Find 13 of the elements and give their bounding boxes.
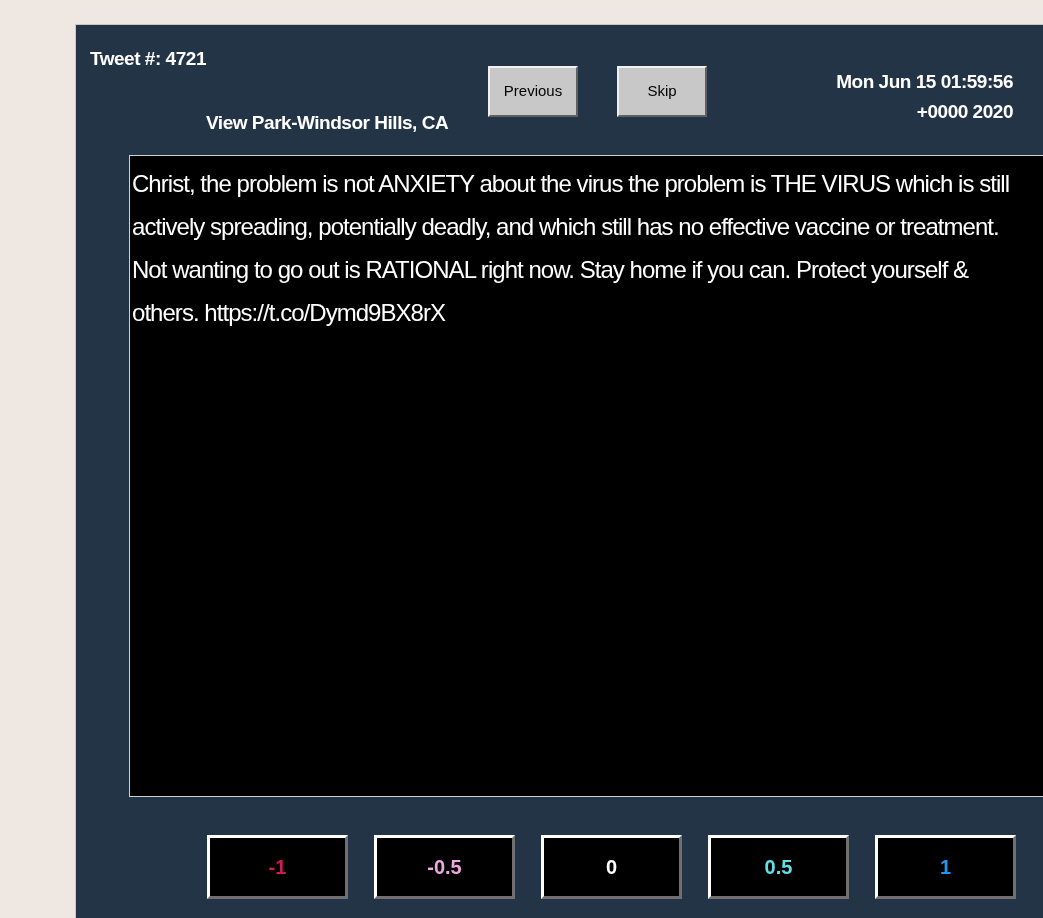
skip-button[interactable]: Skip <box>617 66 707 117</box>
rating-button[interactable]: 1 <box>875 835 1016 899</box>
rating-button[interactable]: 0 <box>541 835 682 899</box>
tweet-text-area[interactable] <box>129 155 1043 797</box>
rating-button[interactable]: 0.5 <box>708 835 849 899</box>
timezone-year: +0000 2020 <box>916 100 1013 124</box>
previous-button[interactable]: Previous <box>488 66 578 117</box>
timestamp: Mon Jun 15 01:59:56 <box>836 70 1013 94</box>
rating-button[interactable]: -0.5 <box>374 835 515 899</box>
location-label: View Park-Windsor Hills, CA <box>206 111 449 135</box>
rating-button[interactable]: -1 <box>207 835 348 899</box>
tweet-number: Tweet #: 4721 <box>90 47 206 71</box>
tweet-text: Christ, the problem is not ANXIETY about the virus the problem is THE VIRUS which is still actively spreading, potentially deadly, and which still has no effective vaccine or treatment. Not wanting to go out is RATIONAL right now. Stay home if you can. Protect yourself & others. https://t.co/Dymd9BX8rX <box>132 169 1011 328</box>
